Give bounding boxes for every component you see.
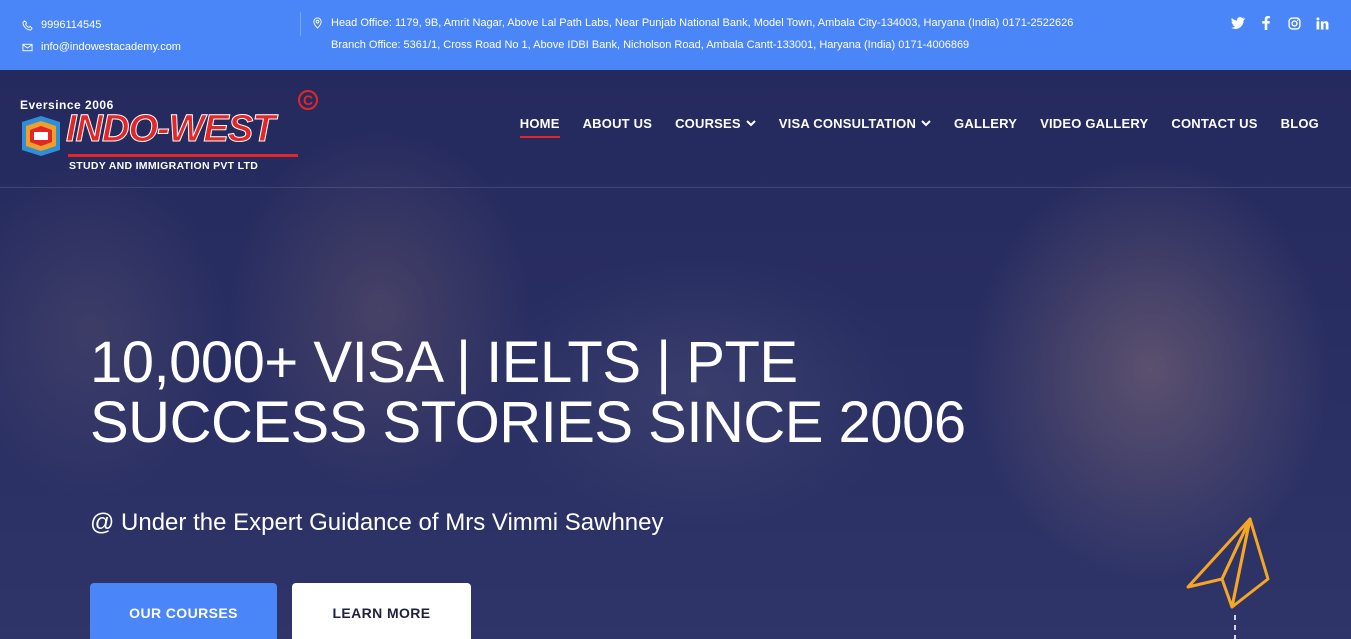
facebook-icon[interactable]	[1259, 16, 1273, 30]
hero-subline: @ Under the Expert Guidance of Mrs Vimmi…	[90, 509, 664, 536]
book-logo-icon	[22, 116, 60, 156]
our-courses-button[interactable]: OUR COURSES	[90, 583, 277, 639]
nav-contact-us[interactable]: CONTACT US	[1171, 112, 1257, 134]
nav-contact-us-label: CONTACT US	[1171, 115, 1258, 131]
branch-office-text: Branch Office: 5361/1, Cross Road No 1, …	[331, 39, 970, 51]
nav-video-gallery-label: VIDEO GALLERY	[1040, 115, 1149, 131]
office-addresses: Head Office: 1179, 9B, Amrit Nagar, Abov…	[312, 12, 1073, 56]
site-logo[interactable]: Eversince 2006 INDO-WEST C STUDY AND IMM…	[20, 90, 330, 178]
logo-brand-text: INDO-WEST	[65, 108, 275, 151]
email-row[interactable]: info@indowestacademy.com	[22, 36, 181, 58]
twitter-icon[interactable]	[1231, 16, 1245, 30]
location-pin-icon	[312, 17, 323, 29]
learn-more-button[interactable]: LEARN MORE	[292, 583, 471, 639]
nav-visa-consultation[interactable]: VISA CONSULTATION	[779, 112, 931, 134]
phone-row[interactable]: 9996114545	[22, 14, 181, 36]
hero-headline-line1: 10,000+ VISA | IELTS | PTE	[90, 330, 798, 395]
hero-headline-line2: SUCCESS STORIES SINCE 2006	[90, 390, 966, 455]
topbar-divider	[300, 12, 301, 36]
site-header: Eversince 2006 INDO-WEST C STUDY AND IMM…	[0, 70, 1351, 188]
nav-about-us[interactable]: ABOUT US	[583, 112, 653, 134]
nav-home-label: HOME	[519, 115, 560, 131]
nav-gallery[interactable]: GALLERY	[954, 112, 1017, 134]
chevron-down-icon	[921, 120, 931, 127]
nav-courses[interactable]: COURSES	[675, 112, 756, 134]
nav-visa-label: VISA CONSULTATION	[778, 115, 917, 131]
paper-plane-icon	[1186, 517, 1270, 639]
email-address[interactable]: info@indowestacademy.com	[41, 36, 181, 58]
social-links	[1231, 16, 1329, 30]
head-office-text: Head Office: 1179, 9B, Amrit Nagar, Abov…	[331, 17, 1074, 29]
phone-icon	[22, 19, 33, 31]
logo-underline	[68, 154, 298, 157]
main-navigation: HOME ABOUT US COURSES VISA CONSULTATION …	[519, 112, 1319, 138]
hero-headline: 10,000+ VISA | IELTS | PTE SUCCESS STORI…	[90, 333, 966, 453]
nav-gallery-label: GALLERY	[954, 115, 1018, 131]
contact-info: 9996114545 info@indowestacademy.com	[22, 14, 181, 58]
logo-tagline: STUDY AND IMMIGRATION PVT LTD	[69, 160, 259, 172]
nav-video-gallery[interactable]: VIDEO GALLERY	[1040, 112, 1148, 134]
copyright-mark: C	[298, 90, 318, 110]
nav-blog-label: BLOG	[1280, 115, 1319, 131]
head-office-row: Head Office: 1179, 9B, Amrit Nagar, Abov…	[312, 12, 1073, 34]
instagram-icon[interactable]	[1287, 16, 1301, 30]
nav-home[interactable]: HOME	[519, 112, 560, 138]
nav-courses-label: COURSES	[675, 115, 741, 131]
phone-number[interactable]: 9996114545	[41, 14, 101, 36]
branch-office-row: Branch Office: 5361/1, Cross Road No 1, …	[312, 34, 1073, 56]
top-contact-bar: 9996114545 info@indowestacademy.com Head…	[0, 0, 1351, 70]
chevron-down-icon	[746, 120, 756, 127]
envelope-icon	[22, 42, 33, 53]
linkedin-icon[interactable]	[1315, 16, 1329, 30]
nav-about-us-label: ABOUT US	[582, 115, 653, 131]
nav-blog[interactable]: BLOG	[1281, 112, 1319, 134]
